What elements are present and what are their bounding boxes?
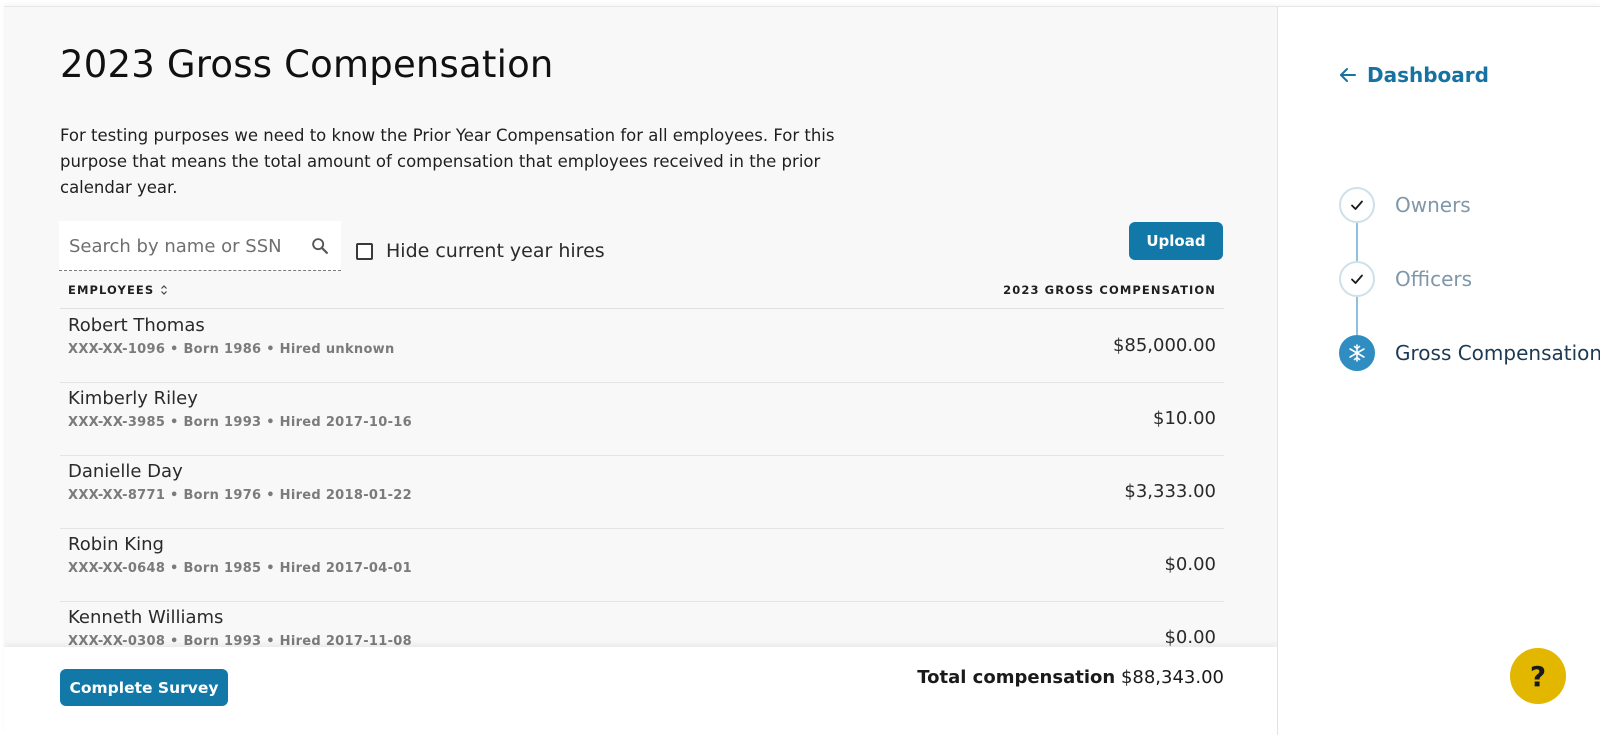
employees-column-header[interactable]: EMPLOYEES: [68, 283, 168, 297]
employee-meta: XXX-XX-1096 • Born 1986 • Hired unknown: [68, 342, 395, 357]
employee-name: Danielle Day: [68, 461, 183, 482]
hide-hires-label: Hide current year hires: [386, 240, 605, 262]
step-officers[interactable]: Officers: [1339, 261, 1472, 297]
page-title: 2023 Gross Compensation: [60, 43, 554, 86]
total-compensation: Total compensation $88,343.00: [917, 667, 1224, 688]
employee-list: Robert Thomas XXX-XX-1096 • Born 1986 • …: [60, 310, 1224, 675]
main-panel: 2023 Gross Compensation For testing purp…: [4, 7, 1278, 735]
table-header: EMPLOYEES 2023 GROSS COMPENSATION: [60, 277, 1224, 309]
step-label: Gross Compensation: [1395, 341, 1600, 365]
total-value: $88,343.00: [1120, 667, 1224, 688]
dashboard-link[interactable]: Dashboard: [1339, 63, 1489, 87]
step-connector: [1356, 297, 1358, 335]
compensation-amount[interactable]: $10.00: [1153, 408, 1216, 429]
sort-icon[interactable]: [160, 284, 168, 296]
footer-bar: Complete Survey Total compensation $88,3…: [4, 647, 1277, 735]
help-button[interactable]: ?: [1510, 648, 1566, 704]
total-label: Total compensation: [917, 667, 1116, 688]
compensation-amount[interactable]: $0.00: [1164, 554, 1216, 575]
hide-hires-checkbox[interactable]: [356, 242, 373, 260]
upload-button[interactable]: Upload: [1129, 222, 1223, 260]
employee-name: Robin King: [68, 534, 164, 555]
table-row[interactable]: Kimberly Riley XXX-XX-3985 • Born 1993 •…: [60, 383, 1224, 456]
search-input[interactable]: [59, 221, 304, 271]
step-label: Owners: [1395, 193, 1471, 217]
progress-sidebar: Dashboard Owners Officers Gross Compensa…: [1279, 7, 1600, 735]
employee-meta: XXX-XX-0648 • Born 1985 • Hired 2017-04-…: [68, 561, 412, 576]
complete-survey-button[interactable]: Complete Survey: [60, 669, 228, 706]
step-owners[interactable]: Owners: [1339, 187, 1471, 223]
step-circle: [1339, 261, 1375, 297]
employee-meta: XXX-XX-8771 • Born 1976 • Hired 2018-01-…: [68, 488, 412, 503]
table-row[interactable]: Robert Thomas XXX-XX-1096 • Born 1986 • …: [60, 310, 1224, 383]
step-gross-compensation[interactable]: Gross Compensation: [1339, 335, 1600, 371]
search-box[interactable]: [59, 221, 341, 271]
search-icon[interactable]: [309, 235, 331, 257]
table-row[interactable]: Danielle Day XXX-XX-8771 • Born 1976 • H…: [60, 456, 1224, 529]
step-label: Officers: [1395, 267, 1473, 291]
compensation-amount[interactable]: $3,333.00: [1124, 481, 1216, 502]
employee-name: Robert Thomas: [68, 315, 205, 336]
step-circle: [1339, 187, 1375, 223]
check-icon: [1351, 274, 1363, 284]
employees-column-label: EMPLOYEES: [68, 283, 155, 297]
employee-meta: XXX-XX-3985 • Born 1993 • Hired 2017-10-…: [68, 415, 412, 430]
intro-text: For testing purposes we need to know the…: [60, 126, 835, 197]
compensation-amount[interactable]: $0.00: [1164, 627, 1216, 648]
compensation-column-header: 2023 GROSS COMPENSATION: [1003, 283, 1216, 297]
check-icon: [1351, 200, 1363, 210]
app-frame: 2023 Gross Compensation For testing purp…: [4, 6, 1600, 735]
compensation-amount[interactable]: $85,000.00: [1113, 335, 1216, 356]
dashboard-link-label: Dashboard: [1367, 63, 1489, 87]
hide-hires-toggle[interactable]: Hide current year hires: [356, 239, 605, 263]
step-connector: [1356, 223, 1358, 261]
arrow-left-icon: [1340, 68, 1356, 82]
table-row[interactable]: Robin King XXX-XX-0648 • Born 1985 • Hir…: [60, 529, 1224, 602]
employee-name: Kenneth Williams: [68, 607, 224, 628]
snowflake-icon: [1349, 344, 1365, 362]
step-circle: [1339, 335, 1375, 371]
employee-name: Kimberly Riley: [68, 388, 198, 409]
